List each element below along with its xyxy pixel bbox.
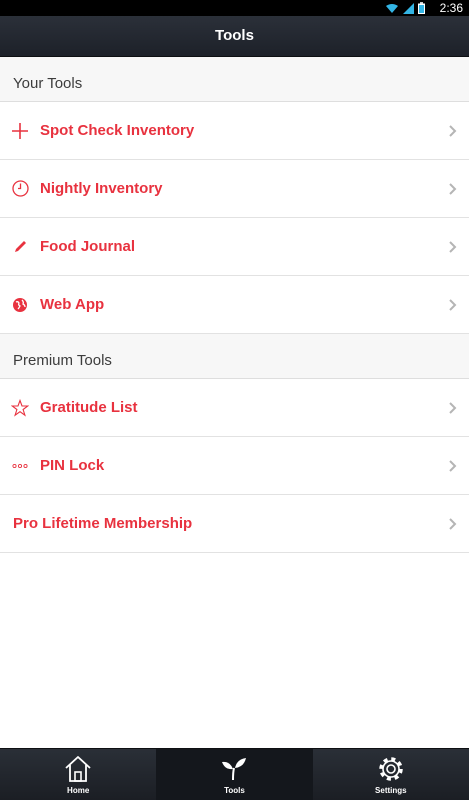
section-header-your-tools: Your Tools	[0, 57, 469, 102]
list-item-label: Food Journal	[40, 238, 135, 255]
list-item-web-app[interactable]: Web App	[0, 276, 469, 334]
tab-label: Home	[67, 786, 90, 795]
status-icons	[385, 2, 425, 14]
pencil-icon	[0, 239, 40, 254]
list-item-nightly-inventory[interactable]: Nightly Inventory	[0, 160, 469, 218]
clock-icon	[0, 180, 40, 197]
list-item-gratitude-list[interactable]: Gratitude List	[0, 379, 469, 437]
chevron-right-icon	[449, 125, 457, 137]
sprout-icon	[222, 758, 247, 781]
section-title: Premium Tools	[13, 352, 112, 369]
tools-list[interactable]: Your Tools Spot Check Inventory Nightly …	[0, 57, 469, 748]
battery-icon	[418, 2, 425, 14]
section-header-premium-tools: Premium Tools	[0, 334, 469, 379]
chevron-right-icon	[449, 402, 457, 414]
plus-icon	[0, 122, 40, 140]
tab-label: Tools	[224, 786, 245, 795]
list-item-label: Web App	[40, 296, 105, 313]
page-title: Tools	[215, 27, 254, 44]
globe-icon	[0, 297, 40, 313]
tab-settings[interactable]: Settings	[313, 749, 469, 800]
list-item-pin-lock[interactable]: PIN Lock	[0, 437, 469, 495]
list-item-label: Pro Lifetime Membership	[13, 515, 193, 532]
list-item-label: Gratitude List	[40, 399, 138, 416]
app-header: Tools	[0, 16, 469, 57]
list-item-pro-lifetime-membership[interactable]: Pro Lifetime Membership	[0, 495, 469, 553]
status-time: 2:36	[439, 1, 463, 15]
home-icon	[65, 756, 91, 782]
chevron-right-icon	[449, 241, 457, 253]
status-bar: 2:36	[0, 0, 469, 16]
wifi-icon	[386, 3, 398, 13]
signal-icon	[403, 2, 414, 14]
list-item-label: Spot Check Inventory	[40, 122, 195, 139]
chevron-right-icon	[449, 183, 457, 195]
tab-tools[interactable]: Tools	[156, 749, 313, 800]
list-item-label: Nightly Inventory	[40, 180, 163, 197]
chevron-right-icon	[449, 299, 457, 311]
section-title: Your Tools	[13, 75, 83, 92]
bottom-tab-bar: Home Tools Settings	[0, 748, 469, 800]
list-item-spot-check-inventory[interactable]: Spot Check Inventory	[0, 102, 469, 160]
dots-icon	[0, 463, 40, 469]
chevron-right-icon	[449, 518, 457, 530]
list-item-food-journal[interactable]: Food Journal	[0, 218, 469, 276]
gear-icon	[379, 757, 403, 781]
tab-label: Settings	[375, 786, 407, 795]
star-icon	[0, 398, 40, 417]
chevron-right-icon	[449, 460, 457, 472]
list-item-label: PIN Lock	[40, 457, 105, 474]
tab-home[interactable]: Home	[0, 749, 156, 800]
